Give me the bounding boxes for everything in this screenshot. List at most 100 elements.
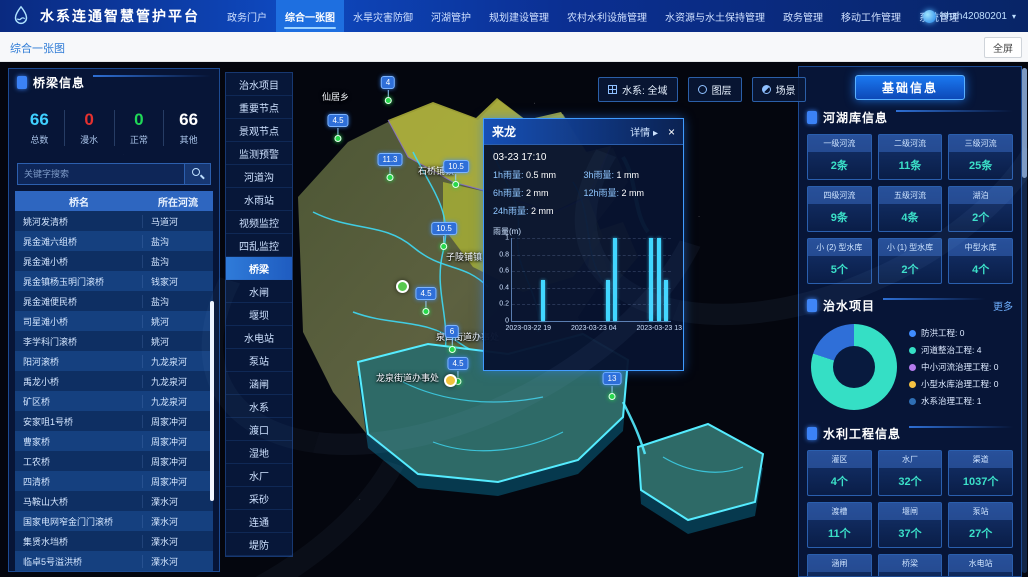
info-cell-label: 小 (1) 型水库 (879, 239, 942, 256)
station-value-pill: 4.5 (447, 357, 468, 370)
info-cell-label: 堰闸 (879, 503, 942, 520)
info-cell-value: 37个 (879, 520, 942, 547)
station-marker[interactable]: 4.5 (327, 110, 348, 142)
layer-menu-item[interactable]: 水厂 (226, 464, 292, 487)
station-marker[interactable]: 10.5 (431, 218, 457, 250)
layer-menu-item[interactable]: 连通 (226, 510, 292, 533)
station-marker[interactable]: 6 (445, 321, 459, 353)
table-row[interactable]: 姚河发清桥 马道河 (15, 211, 213, 231)
table-row[interactable]: 晁金镇杨玉明门滚桥 钱家河 (15, 271, 213, 291)
info-cell: 四级河流 9条 (807, 186, 872, 232)
nav-tab[interactable]: 河湖管护 (422, 0, 480, 32)
layer-menu-item[interactable]: 湿地 (226, 441, 292, 464)
table-row[interactable]: 临卓5号溢洪桥 溧水河 (15, 551, 213, 571)
map-town-label: 仙居乡 (322, 90, 349, 103)
popup-detail-link[interactable]: 详情 ▸ (630, 124, 658, 139)
top-header: 水系连通智慧管护平台 政务门户综合一张图水旱灾害防御河湖管护规划建设管理农村水利… (0, 0, 1028, 32)
station-marker[interactable]: 4.5 (415, 283, 436, 315)
table-row[interactable]: 四清桥 周家冲河 (15, 471, 213, 491)
layer-menu-item[interactable]: 治水项目 (226, 73, 292, 96)
rain-stat-value: 2 mm (622, 188, 645, 198)
bridge-name-cell: 禹龙小桥 (15, 375, 143, 388)
table-row[interactable]: 司星滩小桥 姚河 (15, 311, 213, 331)
table-row[interactable]: 阳河滚桥 九龙泉河 (15, 351, 213, 371)
nav-tab[interactable]: 规划建设管理 (480, 0, 558, 32)
table-row[interactable]: 集贤水垱桥 溧水河 (15, 531, 213, 551)
table-row[interactable]: 晁金滩小桥 盐沟 (15, 251, 213, 271)
table-row[interactable]: 禹龙小桥 九龙泉河 (15, 371, 213, 391)
basic-info-tab[interactable]: 基础信息 (855, 75, 965, 100)
map-control-button[interactable]: 场景 (752, 77, 806, 102)
station-marker[interactable]: 11.3 (378, 149, 403, 181)
weather-station-marker[interactable] (444, 374, 457, 387)
info-cell-value: 5个 (808, 256, 871, 283)
table-row[interactable]: 晁金滩六组桥 盐沟 (15, 231, 213, 251)
layer-menu-item[interactable]: 重要节点 (226, 96, 292, 119)
close-icon[interactable]: × (668, 125, 675, 139)
station-marker[interactable]: 4 (381, 72, 395, 104)
info-cell-label: 涵闸 (808, 555, 871, 572)
bridge-name-cell: 阳河滚桥 (15, 355, 143, 368)
search-input[interactable] (17, 163, 185, 185)
layer-menu-item[interactable]: 水闸 (226, 280, 292, 303)
river-name-cell: 盐沟 (143, 295, 213, 308)
user-menu[interactable]: hhzh42080201 ▾ (923, 0, 1016, 32)
search-button[interactable] (185, 163, 211, 185)
nav-tab[interactable]: 水资源与水土保持管理 (656, 0, 774, 32)
table-row[interactable]: 晁金滩便民桥 盐沟 (15, 291, 213, 311)
right-panel-scroll-thumb[interactable] (1022, 68, 1027, 178)
info-cell-value: 11个 (808, 520, 871, 547)
bridge-stat-value: 0 (115, 110, 164, 130)
nav-tab[interactable]: 综合一张图 (276, 0, 344, 32)
basic-info-panel: 基础信息 河湖库信息 一级河流 2条 二级河流 11条 (798, 66, 1022, 577)
station-marker[interactable]: 13 (603, 368, 622, 400)
layer-menu-item[interactable]: 泵站 (226, 349, 292, 372)
info-cell-value: 25条 (949, 152, 1012, 179)
river-name-cell: 周家冲河 (143, 415, 213, 428)
more-link[interactable]: 更多 (993, 298, 1013, 313)
marker-stick (426, 301, 427, 308)
layer-menu-item[interactable]: 渡口 (226, 418, 292, 441)
table-row[interactable]: 曹家桥 周家冲河 (15, 431, 213, 451)
layer-menu-item[interactable]: 水系 (226, 395, 292, 418)
map-control-icon (698, 85, 707, 94)
layer-menu-item[interactable]: 涵闸 (226, 372, 292, 395)
marker-dot-icon (384, 97, 391, 104)
layer-menu-item[interactable]: 桥梁 (226, 257, 292, 280)
rain-stat: 1h雨量: 0.5 mm (493, 168, 584, 181)
layer-menu-item[interactable]: 堰坝 (226, 303, 292, 326)
station-marker[interactable]: 10.5 (443, 156, 469, 188)
info-cell-value: 11条 (879, 152, 942, 179)
nav-tab[interactable]: 农村水利设施管理 (558, 0, 656, 32)
table-row[interactable]: 安家咀1号桥 周家冲河 (15, 411, 213, 431)
layer-menu-item[interactable]: 四乱监控 (226, 234, 292, 257)
table-row[interactable]: 矿区桥 九龙泉河 (15, 391, 213, 411)
nav-tab[interactable]: 水旱灾害防御 (344, 0, 422, 32)
layer-menu-item[interactable]: 采砂 (226, 487, 292, 510)
legend-dot-icon (909, 330, 916, 337)
fullscreen-button[interactable]: 全屏 (984, 37, 1022, 58)
table-scrollbar[interactable] (210, 301, 214, 501)
layer-menu-item[interactable]: 景观节点 (226, 119, 292, 142)
weather-station-marker[interactable] (396, 280, 409, 293)
map-control-button[interactable]: 图层 (688, 77, 742, 102)
river-name-cell: 溧水河 (143, 495, 213, 508)
layer-menu-item[interactable]: 水电站 (226, 326, 292, 349)
map-control-button[interactable]: 水系: 全域 (598, 77, 678, 102)
rain-stat: 24h雨量: 2 mm (493, 204, 584, 217)
table-row[interactable]: 马鞍山大桥 溧水河 (15, 491, 213, 511)
legend-item: 水系治理工程: 1 (909, 395, 1015, 407)
layer-menu-item[interactable]: 河道沟 (226, 165, 292, 188)
nav-tab[interactable]: 政务门户 (218, 0, 276, 32)
layer-menu-item[interactable]: 堤防 (226, 533, 292, 556)
table-row[interactable]: 李学科门滚桥 姚河 (15, 331, 213, 351)
layer-menu-item[interactable]: 水雨站 (226, 188, 292, 211)
layer-menu-item[interactable]: 视频监控 (226, 211, 292, 234)
river-name-cell: 周家冲河 (143, 455, 213, 468)
nav-tab[interactable]: 政务管理 (774, 0, 832, 32)
table-row[interactable]: 工农桥 周家冲河 (15, 451, 213, 471)
layer-menu-item[interactable]: 监测预警 (226, 142, 292, 165)
nav-tab[interactable]: 移动工作管理 (832, 0, 910, 32)
bridge-name-cell: 晁金镇杨玉明门滚桥 (15, 275, 143, 288)
table-row[interactable]: 国家电网窄金门门滚桥 溧水河 (15, 511, 213, 531)
